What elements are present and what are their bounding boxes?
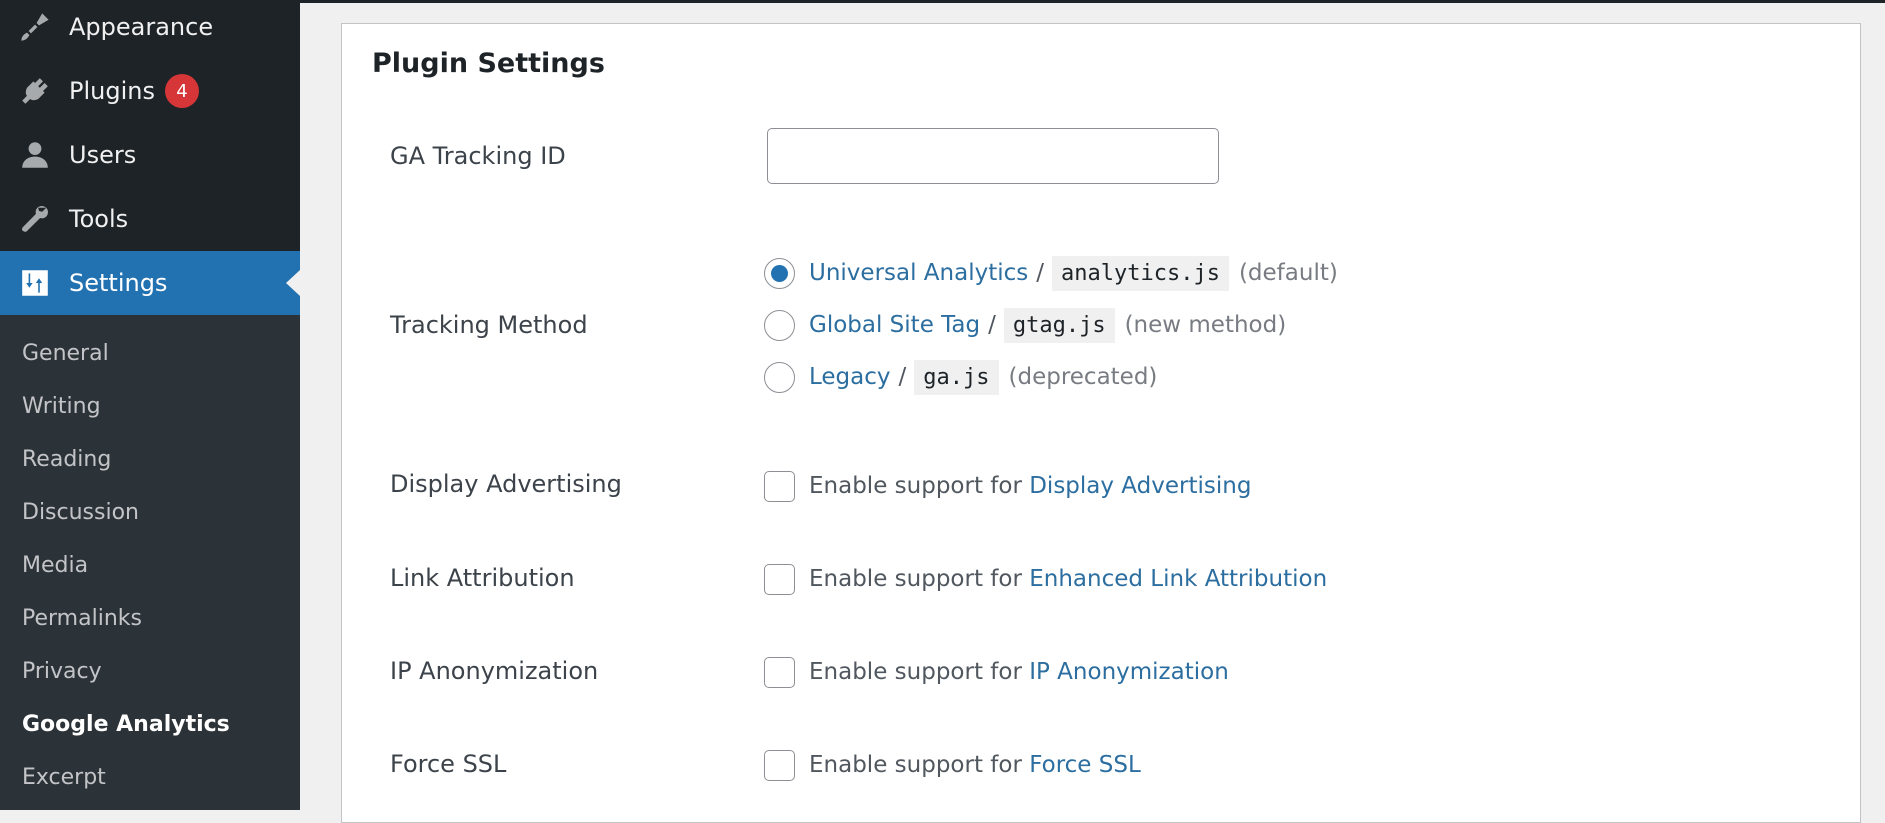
option-prefix: Enable support for	[809, 566, 1022, 592]
link-attribution-checkbox[interactable]	[764, 563, 795, 595]
tracking-id-input[interactable]	[767, 128, 1219, 184]
link-attribution-option[interactable]: Enable support for Enhanced Link Attribu…	[764, 559, 1327, 599]
plugin-settings-panel: Plugin Settings GA Tracking ID Tracking …	[341, 23, 1861, 823]
ip-anonymization-link[interactable]: IP Anonymization	[1029, 659, 1229, 685]
settings-submenu: General Writing Reading Discussion Media…	[0, 315, 300, 810]
separator: /	[988, 312, 996, 338]
radio-universal-analytics[interactable]	[764, 257, 795, 289]
user-icon	[18, 138, 52, 172]
menu-label: Settings	[69, 269, 168, 297]
separator: /	[898, 364, 907, 390]
tracking-method-label: Tracking Method	[390, 311, 588, 339]
separator: /	[1036, 260, 1044, 286]
display-advertising-label: Display Advertising	[390, 470, 622, 498]
admin-top-bar	[300, 0, 1885, 3]
code-analytics-js: analytics.js	[1052, 255, 1229, 291]
force-ssl-option[interactable]: Enable support for Force SSL	[764, 745, 1141, 785]
radio-legacy[interactable]	[764, 361, 795, 393]
wrench-icon	[18, 202, 52, 236]
submenu-item-media[interactable]: Media	[22, 551, 88, 581]
global-site-tag-link[interactable]: Global Site Tag	[809, 312, 980, 338]
menu-item-settings[interactable]: Settings	[0, 251, 300, 315]
submenu-item-writing[interactable]: Writing	[22, 392, 101, 422]
tracking-option-universal[interactable]: Universal Analytics / analytics.js (defa…	[764, 253, 1338, 293]
menu-label: Appearance	[69, 13, 214, 41]
submenu-item-excerpt[interactable]: Excerpt	[22, 763, 106, 793]
update-count-badge: 4	[164, 74, 199, 108]
submenu-item-discussion[interactable]: Discussion	[22, 498, 139, 528]
submenu-item-permalinks[interactable]: Permalinks	[22, 604, 142, 634]
option-prefix: Enable support for	[809, 659, 1022, 685]
ip-anonymization-label: IP Anonymization	[390, 657, 599, 685]
submenu-item-privacy[interactable]: Privacy	[22, 657, 102, 687]
force-ssl-checkbox[interactable]	[764, 749, 795, 781]
menu-item-tools[interactable]: Tools	[0, 187, 300, 251]
paintbrush-icon	[18, 10, 52, 44]
ip-anonymization-option[interactable]: Enable support for IP Anonymization	[764, 652, 1229, 692]
code-gtag-js: gtag.js	[1003, 307, 1115, 343]
submenu-item-google-analytics[interactable]: Google Analytics	[22, 710, 230, 740]
menu-label: Plugins	[69, 77, 155, 105]
legacy-link[interactable]: Legacy	[809, 364, 891, 390]
radio-selected-dot	[771, 264, 788, 282]
display-advertising-link[interactable]: Display Advertising	[1029, 473, 1251, 499]
option-note: (new method)	[1124, 312, 1287, 338]
option-prefix: Enable support for	[809, 752, 1022, 778]
display-advertising-option[interactable]: Enable support for Display Advertising	[764, 466, 1251, 506]
link-attribution-link[interactable]: Enhanced Link Attribution	[1029, 566, 1327, 592]
ip-anonymization-checkbox[interactable]	[764, 656, 795, 688]
tracking-option-legacy[interactable]: Legacy / ga.js (deprecated)	[764, 357, 1157, 397]
menu-item-users[interactable]: Users	[0, 123, 300, 187]
universal-analytics-link[interactable]: Universal Analytics	[809, 260, 1028, 286]
option-prefix: Enable support for	[809, 473, 1022, 499]
menu-item-appearance[interactable]: Appearance	[0, 0, 300, 59]
force-ssl-link[interactable]: Force SSL	[1029, 752, 1141, 778]
link-attribution-label: Link Attribution	[390, 564, 575, 592]
menu-item-plugins[interactable]: Plugins 4	[0, 59, 300, 123]
force-ssl-label: Force SSL	[390, 750, 507, 778]
panel-title: Plugin Settings	[372, 48, 605, 79]
option-note: (default)	[1238, 260, 1338, 286]
submenu-item-reading[interactable]: Reading	[22, 445, 111, 475]
tracking-id-label: GA Tracking ID	[390, 142, 566, 170]
menu-label: Users	[69, 141, 137, 169]
tracking-option-gtag[interactable]: Global Site Tag / gtag.js (new method)	[764, 305, 1286, 345]
radio-global-site-tag[interactable]	[764, 309, 795, 341]
plug-icon	[18, 74, 52, 108]
code-ga-js: ga.js	[914, 359, 999, 395]
display-advertising-checkbox[interactable]	[764, 470, 795, 502]
admin-sidebar: Appearance Plugins 4 Users Tools Setting…	[0, 0, 300, 810]
current-menu-indicator	[286, 270, 300, 296]
menu-label: Tools	[69, 205, 129, 233]
submenu-item-general[interactable]: General	[22, 339, 109, 369]
option-note: (deprecated)	[1008, 364, 1158, 390]
sliders-icon	[18, 266, 52, 300]
